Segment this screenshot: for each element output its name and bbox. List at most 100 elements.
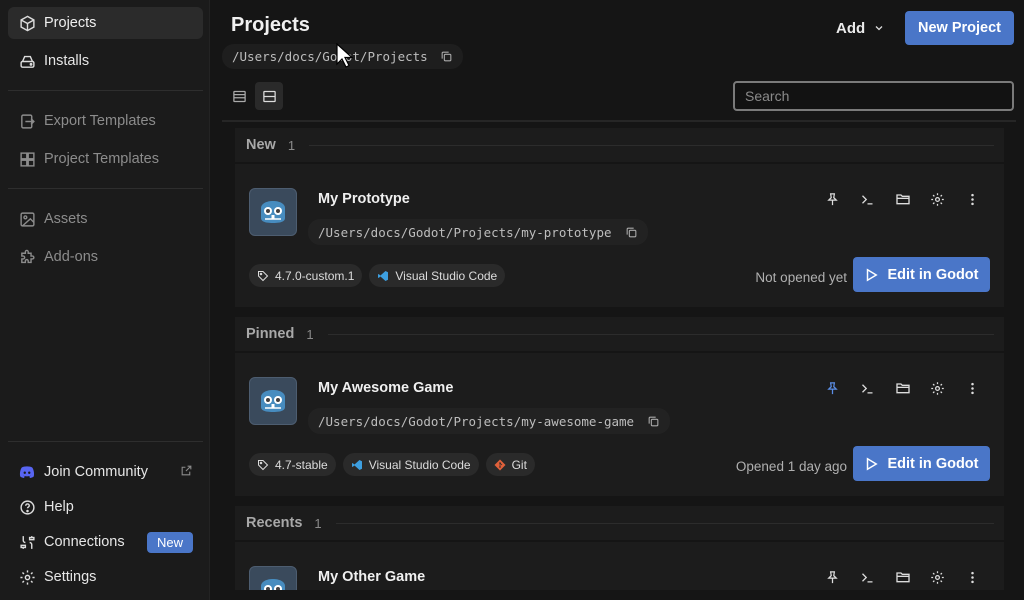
image-icon bbox=[18, 210, 36, 228]
export-icon bbox=[18, 112, 36, 130]
more-vertical-icon[interactable] bbox=[955, 377, 990, 399]
project-actions bbox=[815, 566, 990, 588]
add-label: Add bbox=[836, 19, 866, 37]
godot-icon bbox=[249, 566, 297, 590]
sidebar-divider bbox=[8, 90, 203, 91]
sidebar-item-add-ons[interactable]: Add-ons bbox=[8, 241, 203, 273]
sidebar-item-export-templates[interactable]: Export Templates bbox=[8, 105, 203, 137]
project-card[interactable]: My Awesome Game /Users/docs/Godot/Projec… bbox=[235, 353, 1004, 496]
sidebar-item-join-community[interactable]: Join Community bbox=[8, 456, 203, 488]
project-path-text: /Users/docs/Godot/Projects/my-prototype bbox=[318, 224, 612, 240]
vscode-icon bbox=[377, 270, 389, 282]
sidebar-item-project-templates[interactable]: Project Templates bbox=[8, 143, 203, 175]
pin-icon[interactable] bbox=[815, 377, 850, 399]
terminal-icon[interactable] bbox=[850, 377, 885, 399]
editor-tag-text: Visual Studio Code bbox=[395, 268, 498, 283]
sidebar-item-connections[interactable]: Connections New bbox=[8, 526, 203, 558]
project-actions bbox=[815, 377, 990, 399]
sidebar-item-label: Assets bbox=[44, 211, 88, 227]
help-icon bbox=[18, 498, 36, 516]
edit-label: Edit in Godot bbox=[887, 266, 979, 283]
connections-icon bbox=[18, 533, 36, 551]
more-vertical-icon[interactable] bbox=[955, 188, 990, 210]
chevron-down-icon bbox=[875, 26, 883, 31]
version-tag-text: 4.7.0-custom.1 bbox=[275, 268, 355, 283]
folder-icon[interactable] bbox=[885, 377, 920, 399]
terminal-icon[interactable] bbox=[850, 566, 885, 588]
sidebar-item-settings[interactable]: Settings bbox=[8, 561, 203, 593]
project-name: My Prototype bbox=[318, 191, 410, 207]
edit-in-godot-button[interactable]: Edit in Godot bbox=[853, 446, 990, 481]
project-tags: 4.7.0-custom.1 Visual Studio Code bbox=[249, 264, 506, 287]
vscode-icon bbox=[351, 459, 363, 471]
edit-in-godot-button[interactable]: Edit in Godot bbox=[853, 257, 990, 292]
project-path: /Users/docs/Godot/Projects/my-awesome-ga… bbox=[308, 408, 671, 434]
sidebar-item-installs[interactable]: Installs bbox=[8, 45, 203, 77]
project-card[interactable]: My Prototype /Users/docs/Godot/Projects/… bbox=[235, 164, 1004, 307]
project-actions bbox=[815, 188, 990, 210]
drive-icon bbox=[18, 52, 36, 70]
list-view-button[interactable] bbox=[225, 82, 253, 110]
section-divider bbox=[335, 522, 994, 524]
sidebar-item-label: Project Templates bbox=[44, 151, 159, 167]
project-tags: 4.7-stable Visual Studio Code Git bbox=[249, 453, 535, 476]
sidebar-item-label: Export Templates bbox=[44, 113, 156, 129]
discord-icon bbox=[18, 463, 36, 481]
last-opened: Not opened yet bbox=[755, 270, 847, 285]
section-name: Recents bbox=[246, 515, 303, 531]
copy-icon[interactable] bbox=[440, 50, 453, 63]
new-badge: New bbox=[146, 531, 193, 553]
section-count: 1 bbox=[306, 326, 314, 342]
godot-icon bbox=[249, 377, 297, 425]
gear-icon[interactable] bbox=[920, 188, 955, 210]
play-icon bbox=[867, 267, 879, 282]
project-name: My Awesome Game bbox=[318, 380, 454, 396]
pin-icon[interactable] bbox=[815, 566, 850, 588]
sidebar-item-label: Settings bbox=[44, 569, 97, 585]
sidebar-item-label: Add-ons bbox=[44, 249, 99, 265]
version-tag: 4.7.0-custom.1 bbox=[249, 264, 363, 287]
sidebar-item-help[interactable]: Help bbox=[8, 491, 203, 523]
folder-icon[interactable] bbox=[885, 566, 920, 588]
search-input[interactable] bbox=[733, 81, 1014, 111]
godot-icon bbox=[249, 188, 297, 236]
sidebar-item-label: Connections bbox=[44, 534, 125, 550]
project-path: /Users/docs/Godot/Projects/my-prototype bbox=[308, 219, 648, 245]
editor-tag: Visual Studio Code bbox=[369, 264, 506, 287]
edit-label: Edit in Godot bbox=[887, 455, 979, 472]
page-title: Projects bbox=[231, 14, 310, 36]
section-count: 1 bbox=[314, 515, 322, 531]
section-divider bbox=[327, 333, 994, 335]
section-header-pinned: Pinned 1 bbox=[235, 317, 1004, 351]
card-view-button[interactable] bbox=[255, 82, 283, 110]
gear-icon bbox=[18, 568, 36, 586]
sidebar-item-label: Help bbox=[44, 499, 74, 515]
project-card[interactable]: My Other Game bbox=[235, 542, 1004, 590]
sidebar-divider bbox=[8, 188, 203, 189]
copy-icon[interactable] bbox=[647, 415, 660, 428]
mouse-cursor-icon bbox=[336, 43, 354, 68]
section-count: 1 bbox=[287, 137, 296, 153]
sidebar-item-label: Installs bbox=[44, 53, 90, 69]
add-button[interactable]: Add bbox=[828, 12, 893, 44]
sidebar-item-assets[interactable]: Assets bbox=[8, 203, 203, 235]
sidebar-divider bbox=[8, 441, 203, 442]
sidebar-item-projects[interactable]: Projects bbox=[8, 7, 203, 39]
last-opened: Opened 1 day ago bbox=[735, 459, 847, 474]
section-header-new: New 1 bbox=[235, 128, 1004, 162]
vcs-tag: Git bbox=[485, 453, 535, 476]
external-link-icon bbox=[180, 464, 193, 481]
header-divider bbox=[222, 120, 1016, 122]
project-path-text: /Users/docs/Godot/Projects/my-awesome-ga… bbox=[318, 413, 635, 429]
vcs-tag-text: Git bbox=[511, 457, 527, 472]
git-icon bbox=[494, 459, 506, 471]
copy-icon[interactable] bbox=[625, 226, 638, 239]
new-project-button[interactable]: New Project bbox=[905, 11, 1014, 45]
more-vertical-icon[interactable] bbox=[955, 566, 990, 588]
gear-icon[interactable] bbox=[920, 566, 955, 588]
gear-icon[interactable] bbox=[920, 377, 955, 399]
folder-icon[interactable] bbox=[885, 188, 920, 210]
pin-icon[interactable] bbox=[815, 188, 850, 210]
terminal-icon[interactable] bbox=[850, 188, 885, 210]
list-view-icon bbox=[232, 90, 246, 102]
